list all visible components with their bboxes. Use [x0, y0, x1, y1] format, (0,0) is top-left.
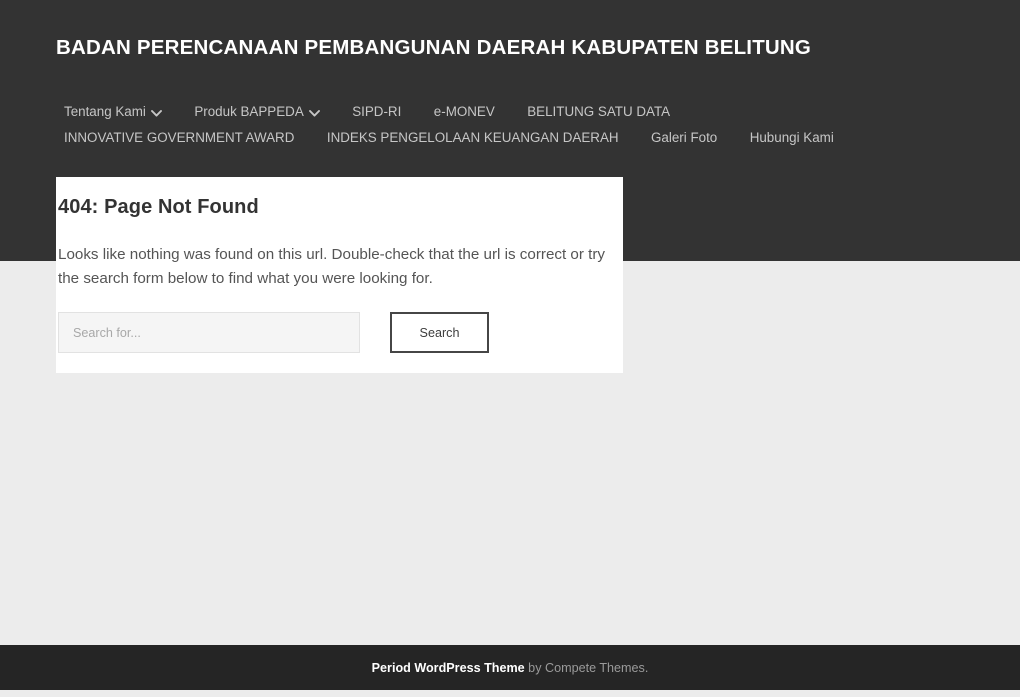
footer-credit: Period WordPress Theme by Compete Themes… [372, 661, 649, 675]
nav-link-belitung-satu-data[interactable]: BELITUNG SATU DATA [519, 99, 678, 125]
nav-link-innovative-government-award[interactable]: INNOVATIVE GOVERNMENT AWARD [56, 125, 302, 151]
nav-label: Produk BAPPEDA [194, 104, 304, 119]
nav-link-e-monev[interactable]: e-MONEV [426, 99, 503, 125]
site-title: BADAN PERENCANAAN PEMBANGUNAN DAERAH KAB… [56, 36, 812, 59]
nav-item-hubungi-kami[interactable]: Hubungi Kami [742, 125, 842, 151]
search-input[interactable] [58, 312, 360, 353]
nav-link-produk-bappeda[interactable]: Produk BAPPEDA [186, 99, 327, 125]
error-content-card: 404: Page Not Found Looks like nothing w… [56, 177, 623, 373]
chevron-down-icon[interactable] [308, 110, 320, 117]
nav-item-sipd-ri[interactable]: SIPD-RI [344, 99, 409, 125]
nav-item-galeri-foto[interactable]: Galeri Foto [643, 125, 725, 151]
main-navigation: Tentang Kami Produk BAPPEDA SIPD-RI e-MO… [56, 99, 936, 151]
nav-item-indeks-pengelolaan-keuangan-daerah[interactable]: INDEKS PENGELOLAAN KEUANGAN DAERAH [319, 125, 627, 151]
search-form: Search [56, 312, 623, 353]
page-title: 404: Page Not Found [58, 196, 259, 218]
nav-item-produk-bappeda[interactable]: Produk BAPPEDA [186, 99, 327, 125]
nav-link-tentang-kami[interactable]: Tentang Kami [56, 99, 170, 125]
theme-link[interactable]: Period WordPress Theme [372, 661, 525, 675]
site-footer: Period WordPress Theme by Compete Themes… [0, 645, 1020, 690]
nav-link-hubungi-kami[interactable]: Hubungi Kami [742, 125, 842, 151]
nav-item-e-monev[interactable]: e-MONEV [426, 99, 503, 125]
nav-list: Tentang Kami Produk BAPPEDA SIPD-RI e-MO… [56, 99, 936, 151]
nav-item-belitung-satu-data[interactable]: BELITUNG SATU DATA [519, 99, 678, 125]
nav-item-innovative-government-award[interactable]: INNOVATIVE GOVERNMENT AWARD [56, 125, 302, 151]
nav-link-indeks-pengelolaan-keuangan-daerah[interactable]: INDEKS PENGELOLAAN KEUANGAN DAERAH [319, 125, 627, 151]
nav-link-galeri-foto[interactable]: Galeri Foto [643, 125, 725, 151]
nav-label: Tentang Kami [64, 104, 146, 119]
nav-item-tentang-kami[interactable]: Tentang Kami [56, 99, 170, 125]
footer-credit-suffix: by Compete Themes. [524, 660, 649, 675]
chevron-down-icon[interactable] [150, 110, 162, 117]
nav-link-sipd-ri[interactable]: SIPD-RI [344, 99, 409, 125]
search-button[interactable]: Search [390, 312, 489, 353]
error-description: Looks like nothing was found on this url… [58, 246, 606, 287]
